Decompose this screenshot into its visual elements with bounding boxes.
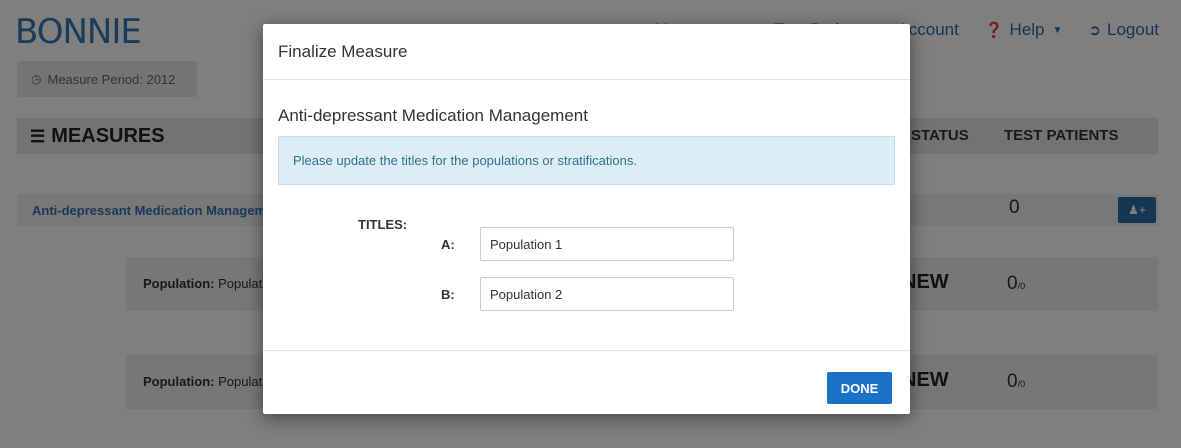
titles-form: TITLES: A: B: bbox=[278, 185, 895, 315]
finalize-measure-dialog: Finalize Measure Anti-depressant Medicat… bbox=[263, 24, 910, 414]
title-a-label: A: bbox=[441, 237, 455, 252]
modal-header: Finalize Measure bbox=[263, 24, 910, 80]
titles-label: TITLES: bbox=[358, 217, 408, 232]
modal-body: Anti-depressant Medication Management Pl… bbox=[263, 80, 910, 350]
title-a-input[interactable] bbox=[480, 227, 734, 261]
info-alert: Please update the titles for the populat… bbox=[278, 136, 895, 185]
modal-title: Finalize Measure bbox=[278, 42, 408, 61]
title-b-input[interactable] bbox=[480, 277, 734, 311]
done-button[interactable]: DONE bbox=[827, 372, 892, 404]
measure-heading: Anti-depressant Medication Management bbox=[278, 106, 588, 125]
modal-footer: DONE bbox=[263, 350, 910, 414]
title-b-label: B: bbox=[441, 287, 455, 302]
app-page: BONNIE Measures ♙ Test Patients Account … bbox=[0, 0, 1181, 448]
